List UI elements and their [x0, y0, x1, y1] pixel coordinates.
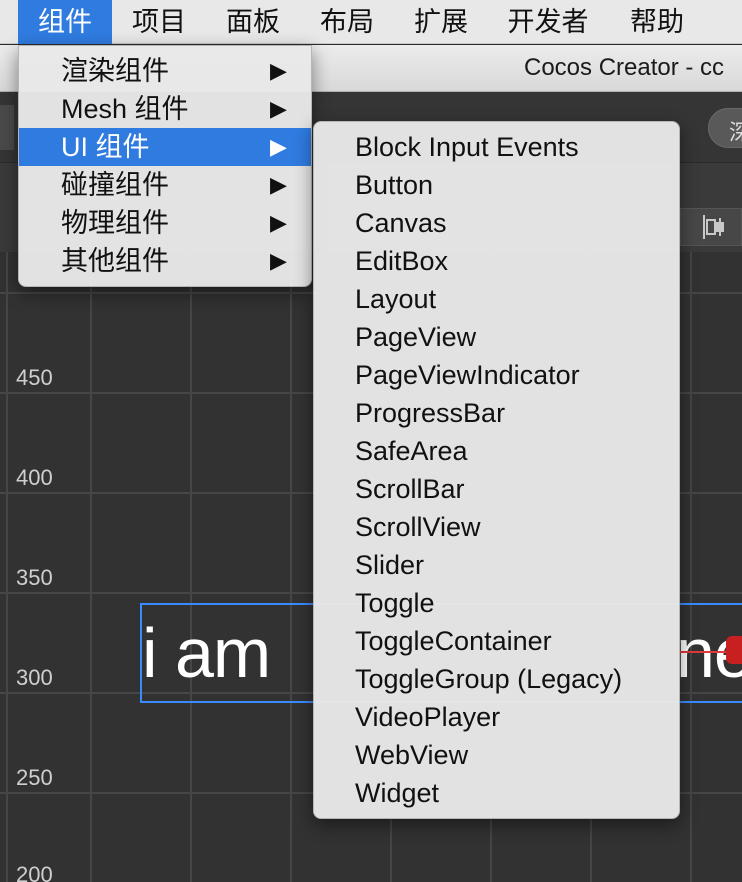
submenu-item-widget[interactable]: Widget [355, 774, 439, 812]
components-menu: 渲染组件 ▶ Mesh 组件 ▶ UI 组件 ▶ 碰撞组件 ▶ 物理组件 ▶ 其… [18, 45, 312, 287]
grid-line [690, 252, 692, 882]
submenu-item-block-input-events[interactable]: Block Input Events [355, 128, 579, 166]
y-axis-label: 450 [16, 365, 53, 390]
menubar-item-developer[interactable]: 开发者 [488, 0, 608, 44]
submenu-item-togglecontainer[interactable]: ToggleContainer [355, 622, 552, 660]
submenu-item-webview[interactable]: WebView [355, 736, 468, 774]
submenu-item-scrollview[interactable]: ScrollView [355, 508, 481, 546]
toolbar-toggle-label: 深 [729, 120, 742, 145]
menu-item-label: 渲染组件 [61, 56, 169, 86]
panel-tab-edge[interactable] [0, 105, 14, 150]
grid-line [6, 252, 8, 882]
label-node-text: i am [142, 614, 271, 692]
submenu-item-safearea[interactable]: SafeArea [355, 432, 468, 470]
submenu-arrow-icon: ▶ [270, 134, 287, 159]
menubar-item-layout[interactable]: 布局 [300, 0, 394, 44]
menubar-item-help[interactable]: 帮助 [608, 0, 706, 44]
menu-item-label: UI 组件 [61, 132, 150, 162]
submenu-item-togglegroup-legacy[interactable]: ToggleGroup (Legacy) [355, 660, 622, 698]
submenu-arrow-icon: ▶ [270, 58, 287, 83]
menu-item-label: Mesh 组件 [61, 94, 189, 124]
submenu-item-button[interactable]: Button [355, 166, 433, 204]
menu-item-mesh-components[interactable]: Mesh 组件 ▶ [19, 90, 311, 128]
menubar-item-components[interactable]: 组件 [18, 0, 112, 44]
transform-gizmo-handle[interactable] [726, 636, 742, 664]
menu-item-label: 其他组件 [61, 246, 169, 276]
grid-line [290, 252, 292, 882]
y-axis-label: 200 [16, 862, 53, 882]
menu-bar: 组件 项目 面板 布局 扩展 开发者 帮助 [0, 0, 742, 44]
window-title: Cocos Creator - cc [524, 54, 725, 81]
submenu-item-slider[interactable]: Slider [355, 546, 424, 584]
menubar-item-panel[interactable]: 面板 [206, 0, 300, 44]
ui-components-submenu: Block Input Events Button Canvas EditBox… [313, 121, 680, 819]
y-axis-label: 350 [16, 565, 53, 590]
submenu-item-pageview[interactable]: PageView [355, 318, 476, 356]
submenu-item-videoplayer[interactable]: VideoPlayer [355, 698, 500, 736]
submenu-arrow-icon: ▶ [270, 96, 287, 121]
submenu-item-canvas[interactable]: Canvas [355, 204, 447, 242]
submenu-arrow-icon: ▶ [270, 248, 287, 273]
submenu-arrow-icon: ▶ [270, 172, 287, 197]
menu-item-other-components[interactable]: 其他组件 ▶ [19, 242, 311, 280]
submenu-arrow-icon: ▶ [270, 210, 287, 235]
grid-line [190, 252, 192, 882]
align-icon [700, 212, 728, 249]
submenu-item-toggle[interactable]: Toggle [355, 584, 435, 622]
menu-item-label: 物理组件 [61, 208, 169, 238]
menu-item-collider-components[interactable]: 碰撞组件 ▶ [19, 166, 311, 204]
submenu-item-progressbar[interactable]: ProgressBar [355, 394, 505, 432]
y-axis-label: 250 [16, 765, 53, 790]
y-axis-label: 300 [16, 665, 53, 690]
menu-item-label: 碰撞组件 [61, 170, 169, 200]
menubar-item-project[interactable]: 项目 [112, 0, 206, 44]
grid-line [90, 252, 92, 882]
submenu-item-pageviewindicator[interactable]: PageViewIndicator [355, 356, 580, 394]
submenu-item-scrollbar[interactable]: ScrollBar [355, 470, 465, 508]
submenu-item-editbox[interactable]: EditBox [355, 242, 448, 280]
menu-item-ui-components[interactable]: UI 组件 ▶ [19, 128, 311, 166]
y-axis-label: 400 [16, 465, 53, 490]
submenu-item-layout[interactable]: Layout [355, 280, 436, 318]
menu-item-render-components[interactable]: 渲染组件 ▶ [19, 52, 311, 90]
toolbar-toggle-button[interactable]: 深 [708, 108, 742, 148]
menubar-item-extension[interactable]: 扩展 [394, 0, 488, 44]
menu-item-physics-components[interactable]: 物理组件 ▶ [19, 204, 311, 242]
